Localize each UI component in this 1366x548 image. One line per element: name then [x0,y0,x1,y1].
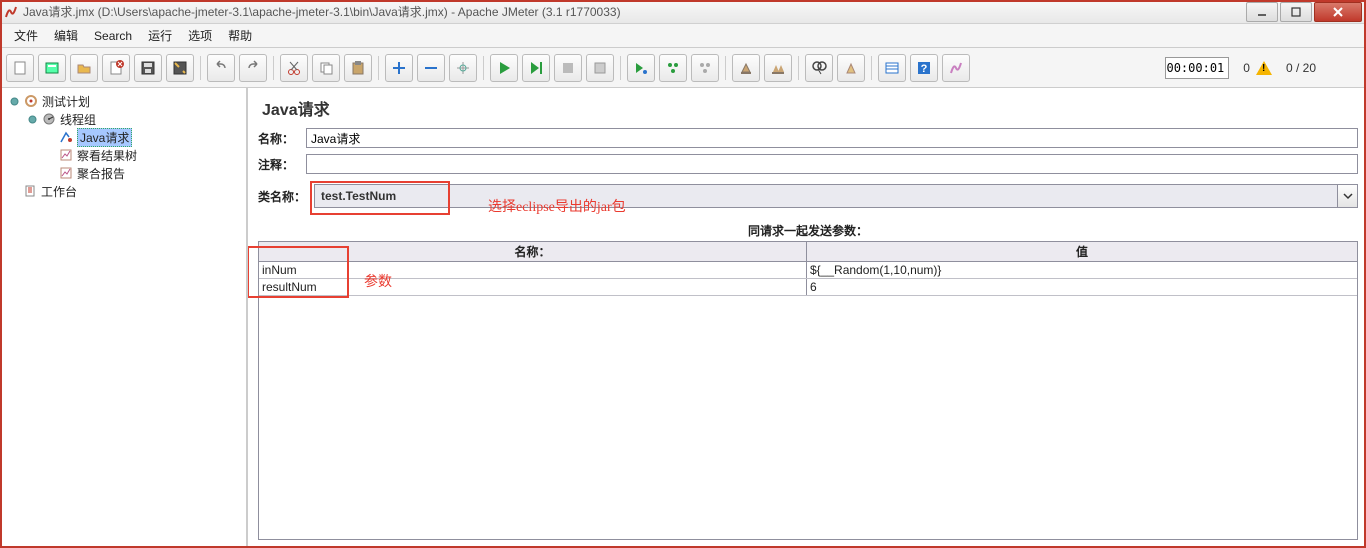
expand-button[interactable] [385,54,413,82]
window-title: Java请求.jmx (D:\Users\apache-jmeter-3.1\a… [23,3,621,20]
classname-label: 类名称： [258,188,314,205]
menu-search[interactable]: Search [86,27,140,45]
close-file-button[interactable] [102,54,130,82]
warning-icon [1256,61,1272,75]
name-label: 名称： [258,130,306,147]
new-button[interactable] [6,54,34,82]
workbench-icon [22,183,38,199]
params-table[interactable]: 名称： 值 inNum ${__Random(1,10,num)} result… [258,241,1358,540]
col-value: 值 [807,242,1357,261]
tree-node-viewresults[interactable]: 察看结果树 [0,146,246,164]
col-name: 名称： [259,242,807,261]
reset-search-button[interactable] [837,54,865,82]
thread-count: 0 / 20 [1286,61,1316,75]
elapsed-timer: 00:00:01 [1165,57,1229,79]
menu-options[interactable]: 选项 [180,25,220,46]
toolbar: ? 00:00:01 0 0 / 20 [0,48,1366,88]
comment-label: 注释： [258,156,306,173]
tree-toggle-icon[interactable] [10,97,19,106]
classname-combo[interactable] [314,184,1338,208]
menu-bar: 文件 编辑 Search 运行 选项 帮助 [0,24,1366,48]
save-button[interactable] [134,54,162,82]
open-button[interactable] [70,54,98,82]
function-helper-button[interactable] [878,54,906,82]
threadgroup-icon [41,111,57,127]
cut-button[interactable] [280,54,308,82]
undo-button[interactable] [207,54,235,82]
menu-help[interactable]: 帮助 [220,25,260,46]
java-request-panel: Java请求 名称： 注释： 类名称： 选择eclipse导出的jar包 同请求… [248,88,1366,548]
param-value-cell[interactable]: ${__Random(1,10,num)} [807,262,1357,278]
start-button[interactable] [490,54,518,82]
save-as-button[interactable] [166,54,194,82]
paste-button[interactable] [344,54,372,82]
tree-label: Java请求 [77,128,132,147]
testplan-icon [23,93,39,109]
templates-button[interactable] [38,54,66,82]
menu-run[interactable]: 运行 [140,25,180,46]
minimize-button[interactable] [1246,2,1278,22]
tree-toggle-icon[interactable] [28,115,37,124]
collapse-button[interactable] [417,54,445,82]
name-input[interactable] [306,128,1358,148]
remote-stop-button[interactable] [691,54,719,82]
error-count: 0 [1243,61,1250,75]
params-header: 同请求一起发送参数： [258,222,1358,239]
redo-button[interactable] [239,54,267,82]
app-icon [4,5,18,19]
params-table-header: 名称： 值 [259,242,1357,262]
help-button[interactable]: ? [910,54,938,82]
test-plan-tree[interactable]: 测试计划 线程组 Java请求 察看结果树 聚合报告 [0,88,248,548]
viewresults-icon [58,147,74,163]
tree-node-workbench[interactable]: 工作台 [0,182,246,200]
javarequest-icon [58,129,74,145]
thread-counter: 0 / 20 [1286,61,1316,75]
param-value-cell[interactable]: 6 [807,279,1357,295]
menu-file[interactable]: 文件 [6,25,46,46]
table-row[interactable]: inNum ${__Random(1,10,num)} [259,262,1357,279]
tree-label: 线程组 [60,111,96,128]
clear-all-button[interactable] [764,54,792,82]
maximize-button[interactable] [1280,2,1312,22]
search-button[interactable] [805,54,833,82]
tree-label: 察看结果树 [77,147,137,164]
chevron-down-icon[interactable] [1338,184,1358,208]
close-button[interactable] [1314,2,1362,22]
remote-start-button[interactable] [627,54,655,82]
start-no-pause-button[interactable] [522,54,550,82]
tree-node-threadgroup[interactable]: 线程组 [0,110,246,128]
remote-start-all-button[interactable] [659,54,687,82]
table-row[interactable]: resultNum 6 [259,279,1357,296]
comment-input[interactable] [306,154,1358,174]
about-button[interactable] [942,54,970,82]
shutdown-button[interactable] [586,54,614,82]
toggle-button[interactable] [449,54,477,82]
menu-edit[interactable]: 编辑 [46,25,86,46]
panel-heading: Java请求 [262,96,1358,120]
annotation-text-jar: 选择eclipse导出的jar包 [488,196,626,216]
error-counter: 0 [1243,61,1272,75]
clear-button[interactable] [732,54,760,82]
tree-node-javarequest[interactable]: Java请求 [0,128,246,146]
tree-node-aggregate[interactable]: 聚合报告 [0,164,246,182]
copy-button[interactable] [312,54,340,82]
title-bar: Java请求.jmx (D:\Users\apache-jmeter-3.1\a… [0,0,1366,24]
aggregate-icon [58,165,74,181]
param-name-cell[interactable]: inNum [259,262,807,278]
param-name-cell[interactable]: resultNum [259,279,807,295]
tree-node-testplan[interactable]: 测试计划 [0,92,246,110]
tree-label: 测试计划 [42,93,90,110]
tree-label: 聚合报告 [77,165,125,182]
tree-label: 工作台 [41,183,77,200]
stop-button[interactable] [554,54,582,82]
svg-text:?: ? [921,63,928,75]
annotation-text-params: 参数 [364,271,392,291]
